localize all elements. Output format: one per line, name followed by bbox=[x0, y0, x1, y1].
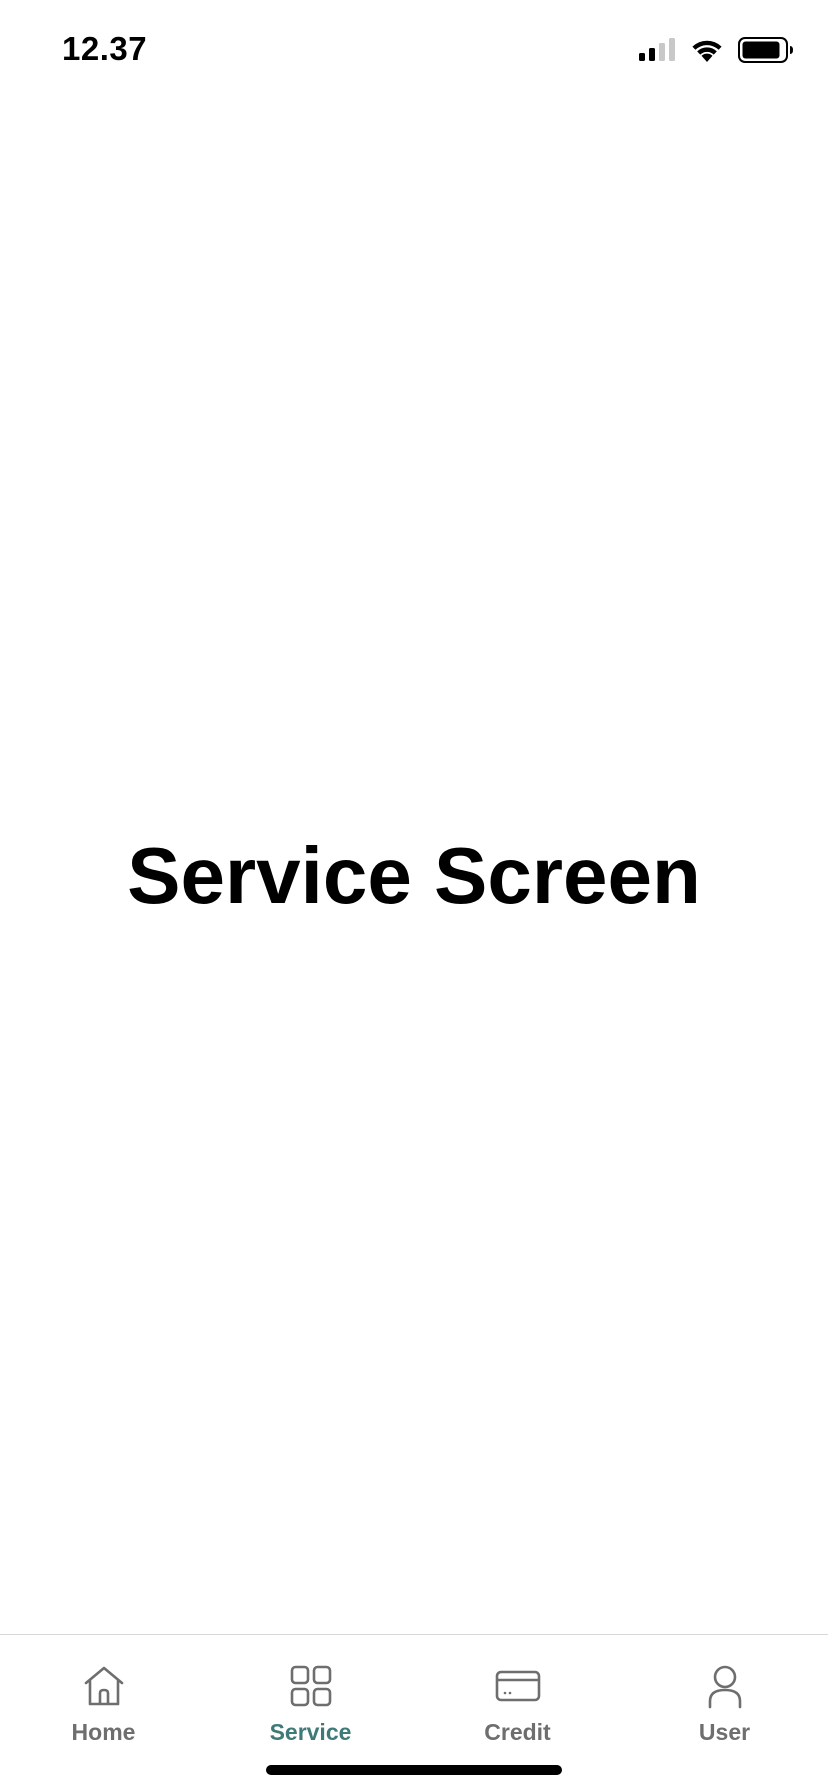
tab-service[interactable]: Service bbox=[207, 1663, 414, 1759]
home-icon bbox=[84, 1666, 123, 1706]
main-content: Service Screen bbox=[0, 100, 828, 1634]
credit-card-icon bbox=[495, 1670, 540, 1702]
page-title: Service Screen bbox=[127, 831, 701, 920]
tab-user-label: User bbox=[698, 1719, 751, 1745]
service-screen: 12.37 Service Screen Home Service Credit… bbox=[0, 0, 828, 1792]
tab-credit[interactable]: Credit bbox=[414, 1663, 621, 1759]
battery-icon bbox=[738, 37, 793, 63]
status-icons bbox=[638, 36, 794, 64]
status-bar: 12.37 bbox=[0, 0, 828, 100]
home-indicator bbox=[266, 1765, 562, 1775]
signal-icon bbox=[639, 38, 675, 61]
tab-home-label: Home bbox=[71, 1719, 136, 1745]
user-icon bbox=[708, 1665, 741, 1709]
tab-credit-label: Credit bbox=[484, 1719, 551, 1745]
wifi-icon bbox=[692, 40, 722, 62]
tab-home[interactable]: Home bbox=[0, 1663, 207, 1759]
status-time: 12.37 bbox=[62, 30, 148, 67]
tab-user[interactable]: User bbox=[621, 1663, 828, 1759]
tab-service-label: Service bbox=[269, 1719, 352, 1745]
grid-icon bbox=[290, 1665, 331, 1707]
